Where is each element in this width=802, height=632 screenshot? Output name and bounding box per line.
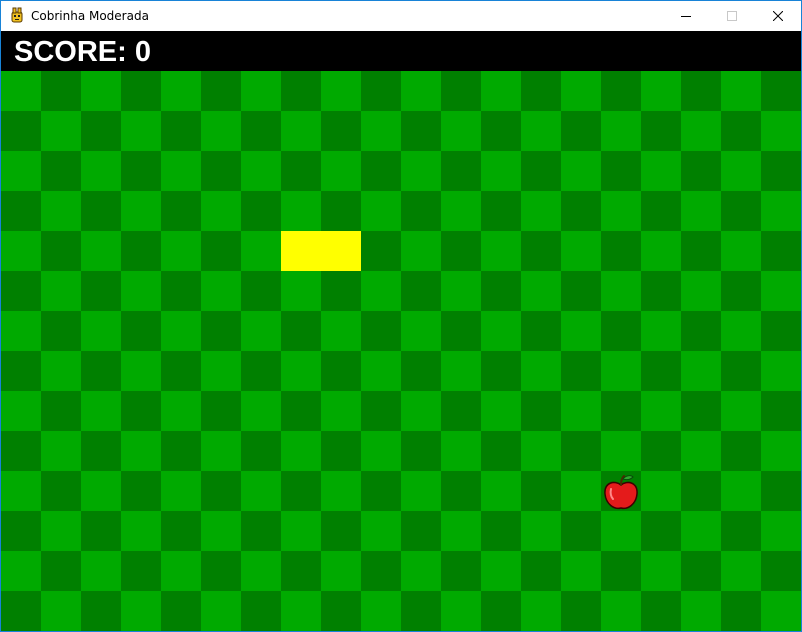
snake-segment	[281, 231, 321, 271]
pygame-snake-icon	[11, 7, 23, 23]
snake-segment	[321, 231, 361, 271]
title-bar[interactable]: Cobrinha Moderada	[1, 1, 801, 31]
score-bar: SCORE: 0	[1, 31, 801, 71]
maximize-icon	[727, 11, 737, 21]
window-title: Cobrinha Moderada	[31, 9, 149, 23]
score-label: SCORE: 0	[14, 36, 151, 68]
minimize-icon	[681, 16, 691, 17]
game-board	[1, 71, 801, 631]
close-button[interactable]	[755, 1, 801, 31]
close-icon	[773, 11, 783, 21]
game-window: Cobrinha Moderada SCORE: 0	[0, 0, 802, 632]
maximize-button[interactable]	[709, 1, 755, 31]
minimize-button[interactable]	[663, 1, 709, 31]
apple-icon	[604, 475, 638, 510]
